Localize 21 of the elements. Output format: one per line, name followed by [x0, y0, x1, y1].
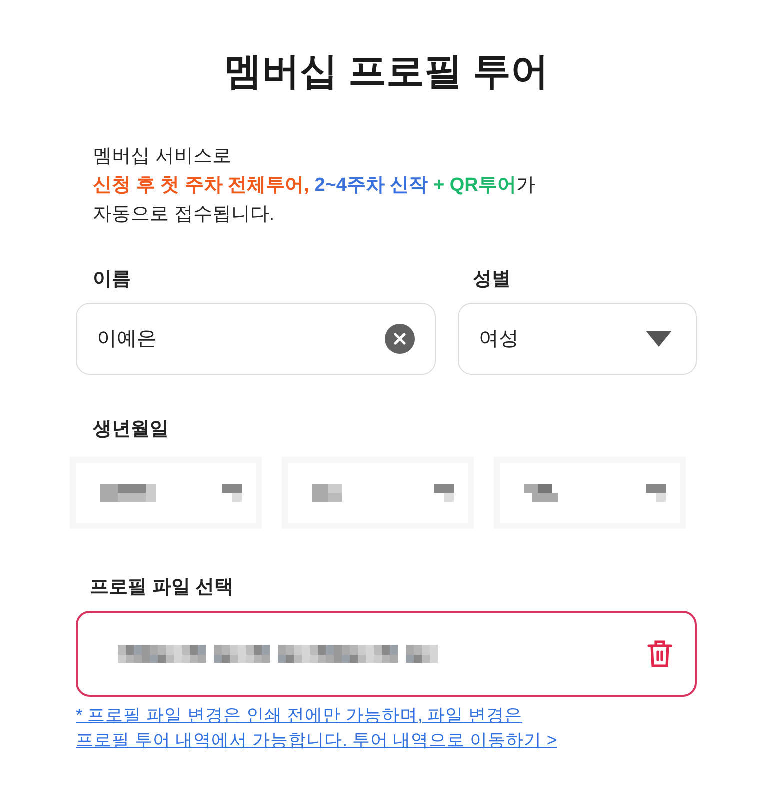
intro-text: 멤버십 서비스로 신청 후 첫 주차 전체투어, 2~4주차 신작 + QR투어가 자동으로 접수됩니다.	[93, 145, 536, 227]
dropdown-caret-icon	[646, 331, 672, 347]
page-title: 멤버십 프로필 투어	[224, 50, 550, 95]
pixelated-redaction	[646, 484, 666, 502]
pixelated-redaction	[100, 484, 156, 502]
trash-icon[interactable]	[647, 639, 673, 669]
name-field[interactable]: 이예은	[76, 303, 436, 375]
gender-label: 성별	[473, 268, 511, 292]
birthdate-select[interactable]	[494, 457, 686, 529]
pixelated-redaction	[222, 484, 242, 502]
profile-file-field[interactable]	[76, 611, 697, 697]
pixelated-redaction	[312, 484, 342, 502]
pixelated-redaction	[524, 484, 558, 502]
profile-file-label: 프로필 파일 선택	[90, 576, 234, 600]
tour-history-link[interactable]: * 프로필 파일 변경은 인쇄 전에만 가능하며, 파일 변경은 프로필 투어 내역에서 가능합니다. 투어 내역으로 이동하기 >	[76, 703, 568, 753]
pixelated-redaction	[434, 484, 454, 502]
clear-icon[interactable]	[385, 324, 415, 354]
birthdate-select[interactable]	[70, 457, 262, 529]
gender-select[interactable]: 여성	[458, 303, 697, 375]
name-label: 이름	[93, 268, 131, 292]
birthdate-label: 생년월일	[93, 418, 169, 442]
